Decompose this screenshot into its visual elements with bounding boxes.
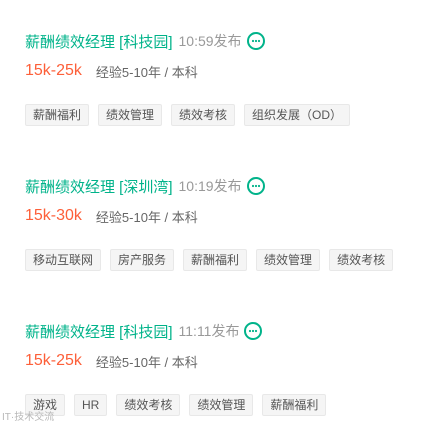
salary: 15k-25k: [25, 352, 82, 369]
tag[interactable]: 绩效考核: [116, 394, 181, 416]
job-card[interactable]: 薪酬绩效经理 [深圳湾] 10:19发布 15k-30k 经验5-10年 / 本…: [0, 145, 438, 271]
job-info-row: 15k-25k 经验5-10年 / 本科: [25, 350, 198, 372]
post-time: 10:19发布: [178, 178, 242, 194]
tag[interactable]: 绩效考核: [171, 104, 236, 126]
post-time: 10:59发布: [178, 33, 242, 49]
job-title-link[interactable]: 薪酬绩效经理 [科技园]: [25, 321, 173, 342]
job-title-row: 薪酬绩效经理 [深圳湾] 10:19发布: [25, 175, 265, 197]
tags-row: 游戏 HR 绩效考核 绩效管理 薪酬福利: [25, 394, 335, 416]
post-time: 11:11发布: [178, 323, 240, 339]
tag[interactable]: 移动互联网: [25, 249, 102, 271]
requirement: 经验5-10年 / 本科: [95, 64, 198, 80]
tag[interactable]: 绩效管理: [256, 249, 321, 271]
chat-bubble-icon[interactable]: [246, 32, 265, 50]
tag[interactable]: HR: [74, 394, 108, 416]
job-title-row: 薪酬绩效经理 [科技园] 11:11发布: [25, 320, 263, 342]
tag[interactable]: 绩效管理: [98, 104, 163, 126]
job-title-row: 薪酬绩效经理 [科技园] 10:59发布: [25, 30, 265, 52]
watermark-logo: IT·技术交流: [2, 412, 55, 423]
tag[interactable]: 薪酬福利: [183, 249, 248, 271]
salary: 15k-25k: [25, 62, 82, 79]
job-info-row: 15k-25k 经验5-10年 / 本科: [25, 60, 198, 82]
job-card[interactable]: 薪酬绩效经理 [科技园] 11:11发布 15k-25k 经验5-10年 / 本…: [0, 290, 438, 416]
tags-row: 移动互联网 房产服务 薪酬福利 绩效管理 绩效考核: [25, 249, 402, 271]
requirement: 经验5-10年 / 本科: [95, 209, 198, 225]
chat-bubble-icon[interactable]: [244, 322, 263, 340]
tag[interactable]: 组织发展（OD）: [244, 104, 351, 126]
job-card[interactable]: 薪酬绩效经理 [科技园] 10:59发布 15k-25k 经验5-10年 / 本…: [0, 0, 438, 126]
job-title-link[interactable]: 薪酬绩效经理 [深圳湾]: [25, 176, 173, 197]
tag[interactable]: 薪酬福利: [25, 104, 90, 126]
tag[interactable]: 房产服务: [110, 249, 175, 271]
chat-bubble-icon[interactable]: [246, 177, 265, 195]
salary: 15k-30k: [25, 207, 82, 224]
job-info-row: 15k-30k 经验5-10年 / 本科: [25, 205, 198, 227]
tag[interactable]: 绩效管理: [189, 394, 254, 416]
tag[interactable]: 薪酬福利: [262, 394, 327, 416]
requirement: 经验5-10年 / 本科: [95, 354, 198, 370]
tag[interactable]: 绩效考核: [329, 249, 394, 271]
job-list-page: 薪酬绩效经理 [科技园] 10:59发布 15k-25k 经验5-10年 / 本…: [0, 0, 438, 426]
job-title-link[interactable]: 薪酬绩效经理 [科技园]: [25, 31, 173, 52]
tags-row: 薪酬福利 绩效管理 绩效考核 组织发展（OD）: [25, 104, 359, 126]
